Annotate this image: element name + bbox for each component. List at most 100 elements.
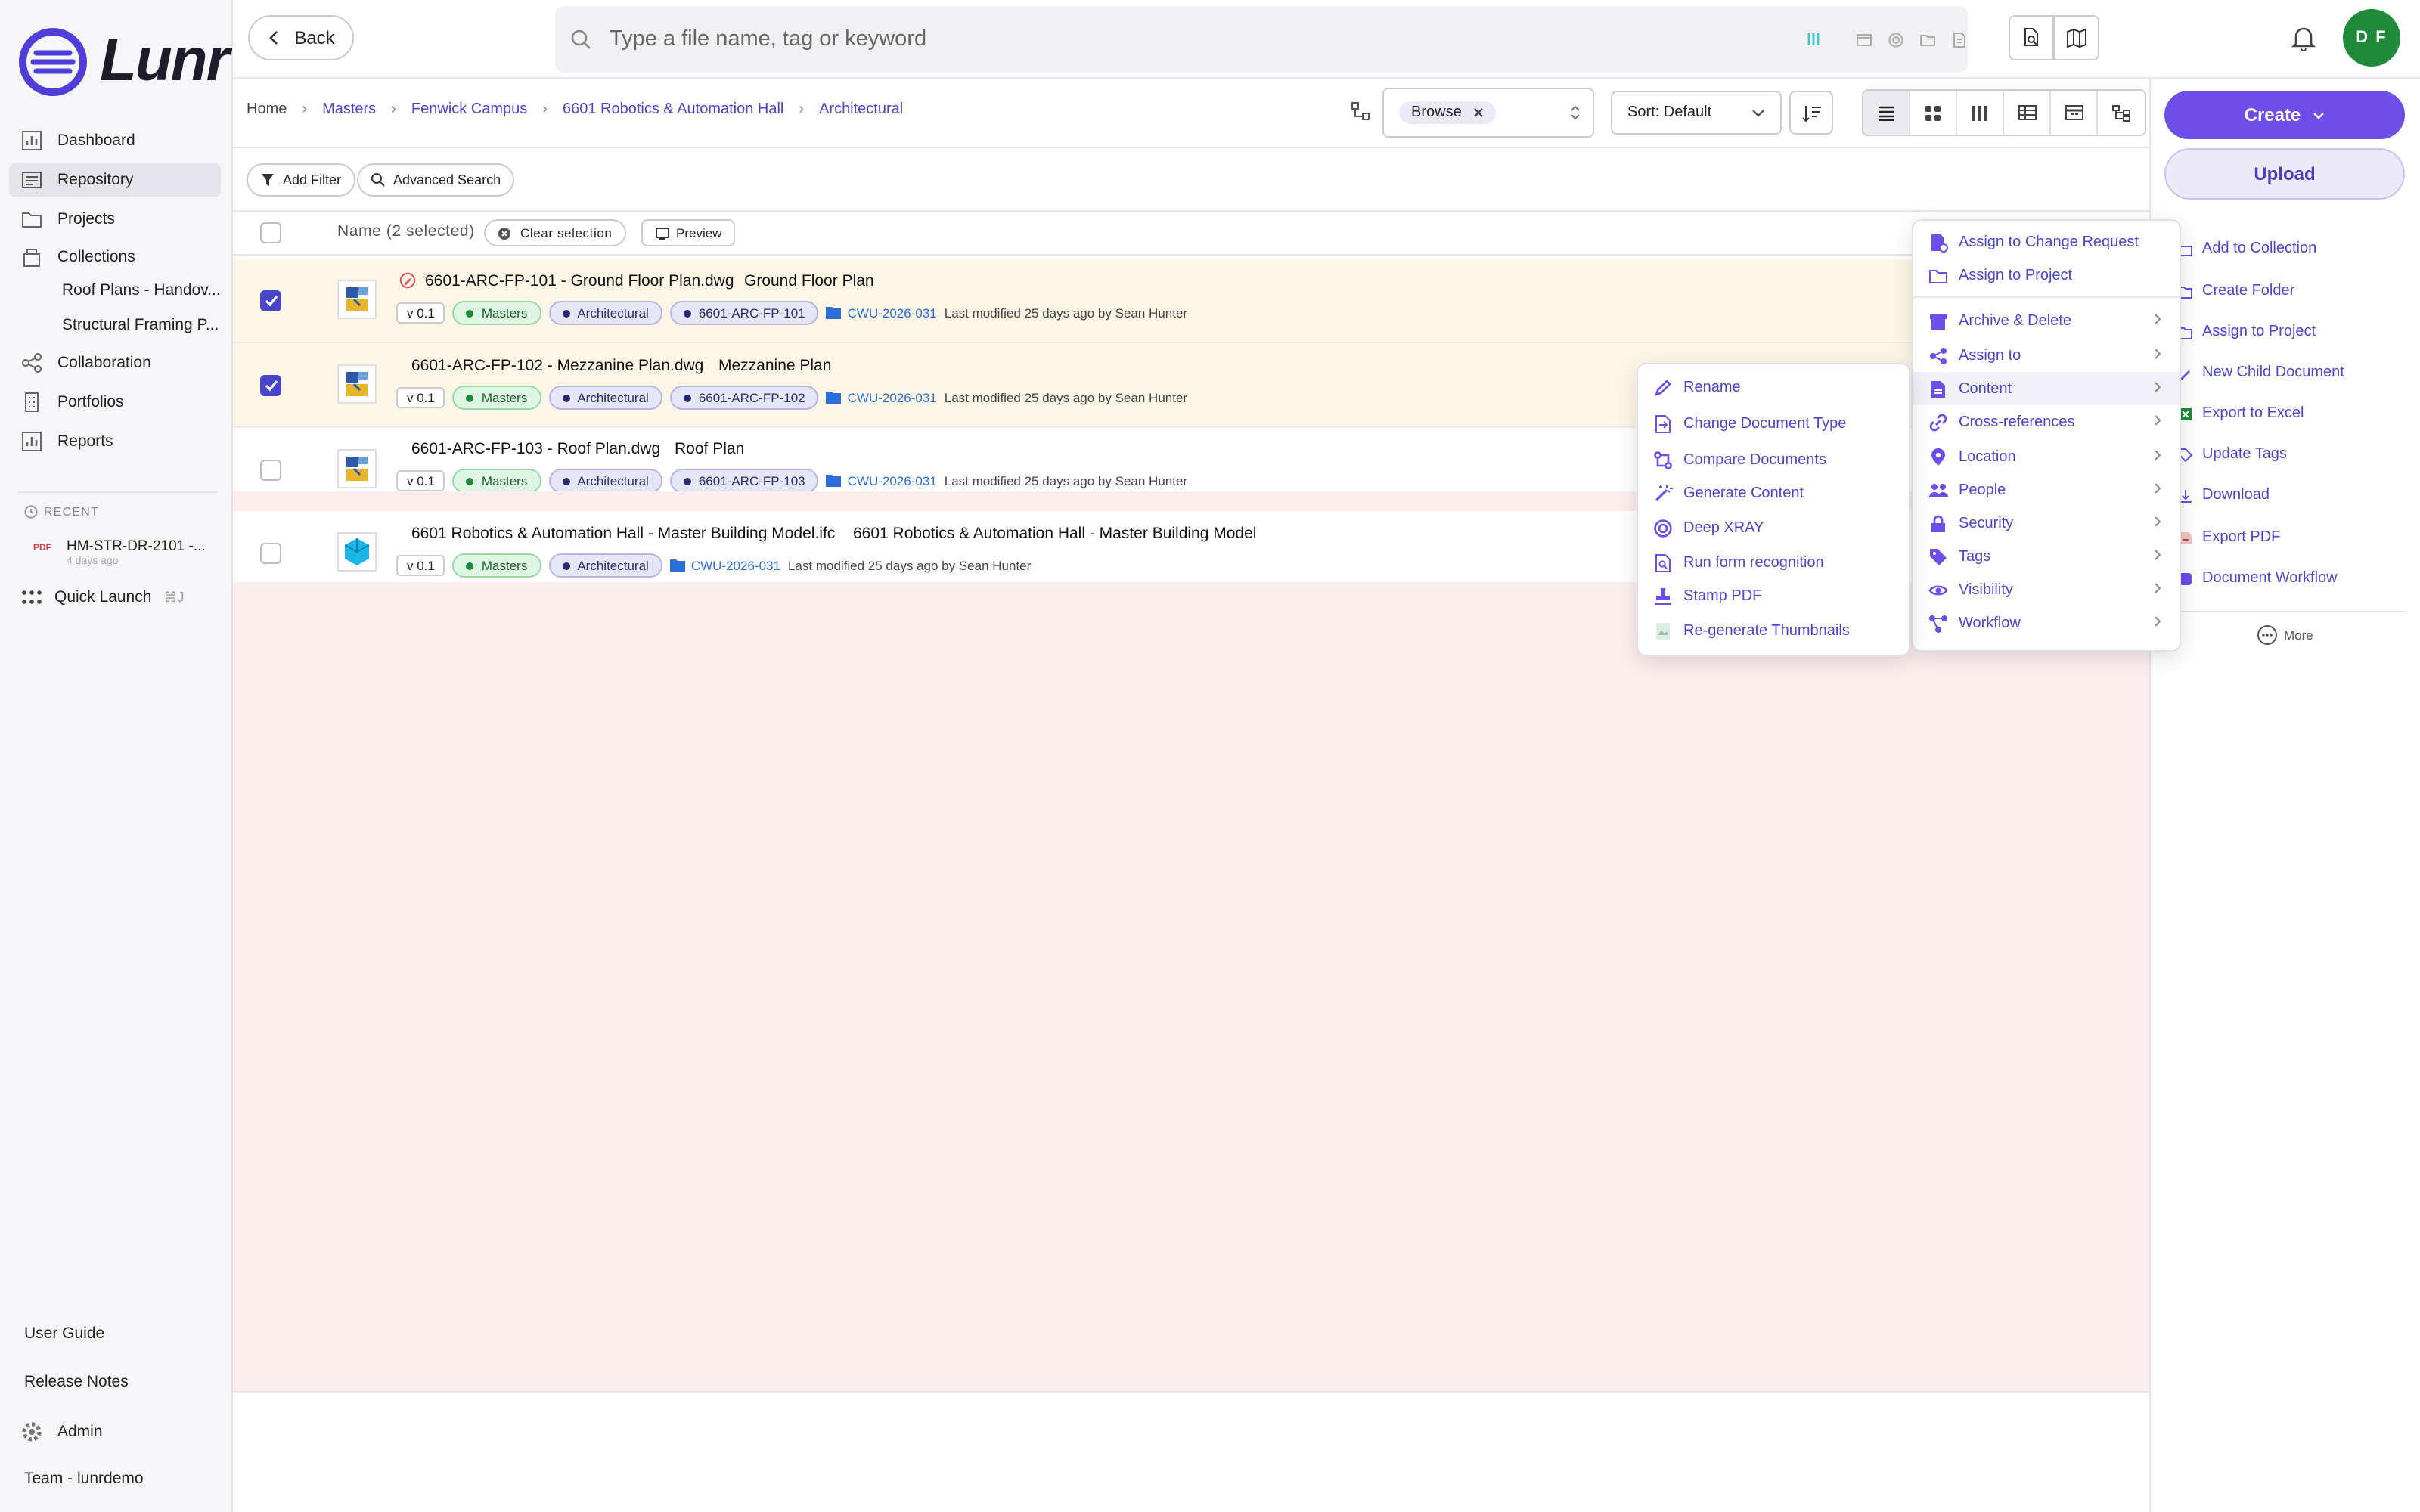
preview-button[interactable]: Preview [641,219,736,246]
collection-item[interactable]: Structural Framing P... [62,316,225,334]
tag-architectural[interactable]: Architectural [548,386,662,410]
collection-item[interactable]: Roof Plans - Handov... [62,281,225,299]
version-badge[interactable]: v 0.1 [396,555,445,576]
change-document-type-item[interactable]: Change Document Type [1638,407,1909,440]
tag-architectural[interactable]: Architectural [548,301,662,325]
row-checkbox[interactable] [260,543,281,564]
back-button[interactable]: Back [248,15,354,60]
tag-masters[interactable]: Masters [452,386,541,410]
folder-icon[interactable] [1919,31,1936,48]
row-file-name[interactable]: 6601 Robotics & Automation Hall - Master… [411,525,835,543]
calendar-view-button[interactable] [2051,91,2098,135]
logo-text[interactable]: Lunr [100,27,230,95]
quick-launch[interactable]: Quick Launch ⌘J [21,588,184,606]
row-file-name[interactable]: 6601-ARC-FP-101 - Ground Floor Plan.dwg [425,272,734,290]
archive-icon[interactable] [1856,31,1872,48]
team-label[interactable]: Team - lunrdemo [24,1470,144,1488]
sidebar-item-reports[interactable]: Reports [9,425,221,458]
row-checkbox[interactable] [260,375,281,396]
search-input[interactable] [610,27,1692,51]
close-icon[interactable] [1474,107,1485,118]
breadcrumb-robotics-hall[interactable]: 6601 Robotics & Automation Hall [563,101,783,118]
version-badge[interactable]: v 0.1 [396,470,445,491]
rename-item[interactable]: Rename [1638,370,1909,404]
assign-to-project-item[interactable]: Assign to Project [1913,259,2180,292]
search-bar[interactable] [555,6,1968,73]
tag-masters[interactable]: Masters [452,469,541,493]
columns-view-button[interactable] [1957,91,2004,135]
generate-content-item[interactable]: Generate Content [1638,476,1909,510]
assign-to-item[interactable]: Assign to [1913,339,2180,372]
user-guide-link[interactable]: User Guide [24,1325,104,1343]
export-to-excel-action[interactable]: Export to Excel [2178,405,2304,422]
regenerate-thumbnails-item[interactable]: Re-generate Thumbnails [1638,614,1909,647]
map-button[interactable] [2054,15,2099,60]
add-filter-button[interactable]: Add Filter [247,163,355,197]
tree-icon[interactable] [1351,101,1370,121]
row-file-name[interactable]: 6601-ARC-FP-102 - Mezzanine Plan.dwg [411,357,703,375]
clear-selection-button[interactable]: Clear selection [484,219,626,246]
bell-icon[interactable] [2291,24,2316,51]
version-badge[interactable]: v 0.1 [396,302,445,324]
people-item[interactable]: People [1913,473,2180,507]
floor-plan-thumbnail-icon[interactable] [337,364,377,404]
tree-view-button[interactable] [2098,91,2145,135]
tag-document-number[interactable]: 6601-ARC-FP-102 [669,386,819,410]
floor-plan-thumbnail-icon[interactable] [337,280,377,319]
breadcrumb-masters[interactable]: Masters [322,101,376,118]
tag-masters[interactable]: Masters [452,553,541,578]
visibility-item[interactable]: Visibility [1913,573,2180,606]
tag-document-number[interactable]: 6601-ARC-FP-101 [669,301,819,325]
sort-direction-button[interactable] [1789,91,1833,135]
name-column-header[interactable]: Name (2 selected) [337,222,475,240]
edit-pen-icon[interactable] [399,272,416,289]
folder-link[interactable]: CWU-2026-031 [826,390,937,405]
add-to-collection-action[interactable]: Add to Collection [2178,240,2316,257]
recent-item-name[interactable]: HM-STR-DR-2101 -... [67,538,206,555]
version-badge[interactable]: v 0.1 [396,387,445,408]
sidebar-item-collaboration[interactable]: Collaboration [9,346,221,380]
content-item[interactable]: Content [1913,372,2180,405]
more-button[interactable]: More [2257,624,2313,646]
create-button[interactable]: Create [2164,91,2405,139]
row-file-name[interactable]: 6601-ARC-FP-103 - Roof Plan.dwg [411,440,660,458]
sidebar-item-dashboard[interactable]: Dashboard [9,124,221,157]
browse-chip[interactable]: Browse [1399,101,1497,124]
new-child-document-action[interactable]: New Child Document [2178,364,2344,381]
list-view-button[interactable] [1863,91,1910,135]
lunr-logo-icon[interactable] [18,27,88,97]
download-action[interactable]: Download [2178,487,2270,503]
assign-to-change-request-item[interactable]: Assign to Change Request [1913,225,2180,259]
workflow-item[interactable]: Workflow [1913,606,2180,640]
release-notes-link[interactable]: Release Notes [24,1373,129,1391]
breadcrumb-fenwick-campus[interactable]: Fenwick Campus [411,101,527,118]
avatar[interactable]: D F [2343,9,2400,67]
deep-xray-item[interactable]: Deep XRAY [1638,511,1909,544]
update-tags-action[interactable]: Update Tags [2178,446,2287,463]
floor-plan-thumbnail-icon[interactable] [337,449,377,488]
document-search-button[interactable] [2009,15,2054,60]
tag-architectural[interactable]: Architectural [548,553,662,578]
tags-item[interactable]: Tags [1913,540,2180,573]
table-view-button[interactable] [2004,91,2051,135]
security-item[interactable]: Security [1913,507,2180,540]
stamp-pdf-item[interactable]: Stamp PDF [1638,579,1909,612]
sidebar-item-collections[interactable]: Collections [9,240,221,274]
folder-link[interactable]: CWU-2026-031 [669,558,780,573]
filter-bars-icon[interactable] [1804,30,1823,48]
run-form-recognition-item[interactable]: Run form recognition [1638,546,1909,579]
sort-select[interactable]: Sort: Default [1611,91,1782,135]
advanced-search-button[interactable]: Advanced Search [357,163,515,197]
sidebar-item-projects[interactable]: Projects [9,203,221,236]
archive-delete-item[interactable]: Archive & Delete [1913,304,2180,337]
grid-view-button[interactable] [1910,91,1957,135]
assign-to-project-action[interactable]: Assign to Project [2178,324,2316,340]
document-workflow-action[interactable]: Document Workflow [2178,570,2338,587]
row-checkbox[interactable] [260,290,281,311]
xray-icon[interactable] [1888,31,1904,48]
document-icon[interactable] [1951,31,1968,48]
folder-link[interactable]: CWU-2026-031 [826,473,937,488]
tag-architectural[interactable]: Architectural [548,469,662,493]
location-item[interactable]: Location [1913,440,2180,473]
bim-model-thumbnail-icon[interactable] [337,532,377,572]
